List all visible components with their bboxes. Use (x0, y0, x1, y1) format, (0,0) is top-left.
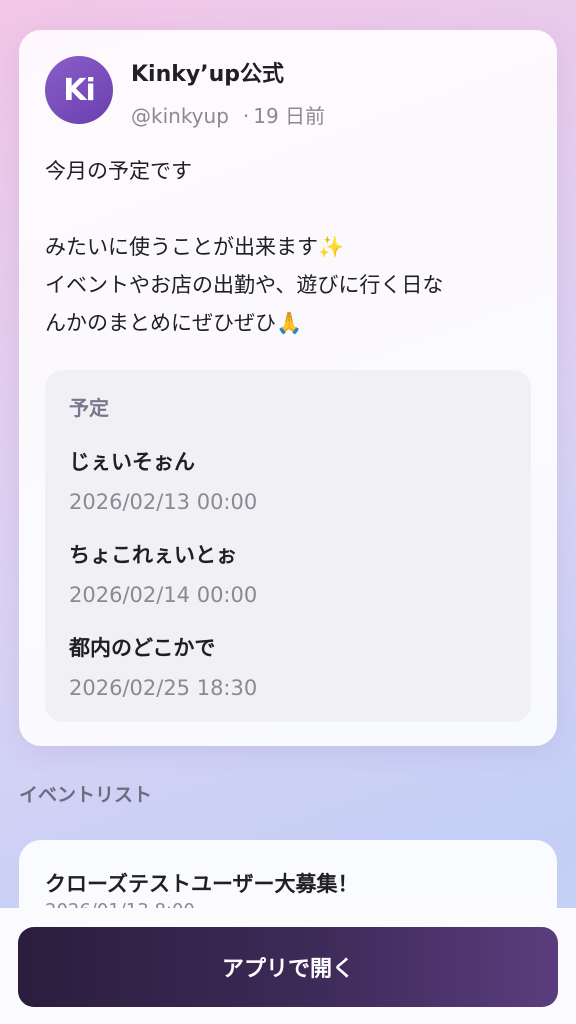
author-handle: @kinkyup (131, 104, 229, 128)
schedule-item-date: 2026/02/13 00:00 (69, 490, 258, 514)
post-time: 19 日前 (253, 104, 326, 128)
schedule-item-date: 2026/02/25 18:30 (69, 676, 258, 700)
schedule-item-name: 都内のどこかで (69, 636, 216, 660)
schedule-item[interactable]: じぇいそぉん 2026/02/13 00:00 (69, 448, 257, 516)
post-line: イベントやお店の出勤や、遊びに行く日な (45, 273, 444, 297)
bottom-bar: アプリで開く (0, 908, 576, 1024)
event-list-heading: イベントリスト (19, 784, 153, 806)
post-line: 今月の予定です (45, 159, 192, 183)
schedule-title: 予定 (69, 396, 109, 420)
event-title: クローズテストユーザー大募集！ (45, 872, 359, 896)
schedule-box: 予定 じぇいそぉん 2026/02/13 00:00 ちょこれぇいとぉ 2026… (45, 370, 531, 722)
schedule-item[interactable]: 都内のどこかで 2026/02/25 18:30 (69, 634, 257, 702)
post-body: 今月の予定です みたいに使うことが出来ます✨ イベントやお店の出勤や、遊びに行く… (45, 152, 531, 342)
post-line: んかのまとめにぜひぜひ🙏 (45, 311, 303, 335)
schedule-item-name: じぇいそぉん (69, 450, 195, 474)
schedule-item-name: ちょこれぇいとぉ (69, 543, 237, 567)
post-line: みたいに使うことが出来ます✨ (45, 235, 345, 259)
author-name[interactable]: Kinky’up公式 (131, 56, 284, 88)
post-card: Ki Kinky’up公式 @kinkyup · 19 日前 今月の予定です みたい… (19, 30, 557, 746)
author-meta: @kinkyup · 19 日前 (131, 100, 325, 129)
schedule-item-date: 2026/02/14 00:00 (69, 583, 258, 607)
open-app-button[interactable]: アプリで開く (18, 927, 558, 1007)
avatar[interactable]: Ki (45, 56, 113, 124)
separator-dot: · (242, 104, 250, 128)
schedule-item[interactable]: ちょこれぇいとぉ 2026/02/14 00:00 (69, 541, 257, 609)
avatar-logo-text: Ki (63, 72, 96, 108)
